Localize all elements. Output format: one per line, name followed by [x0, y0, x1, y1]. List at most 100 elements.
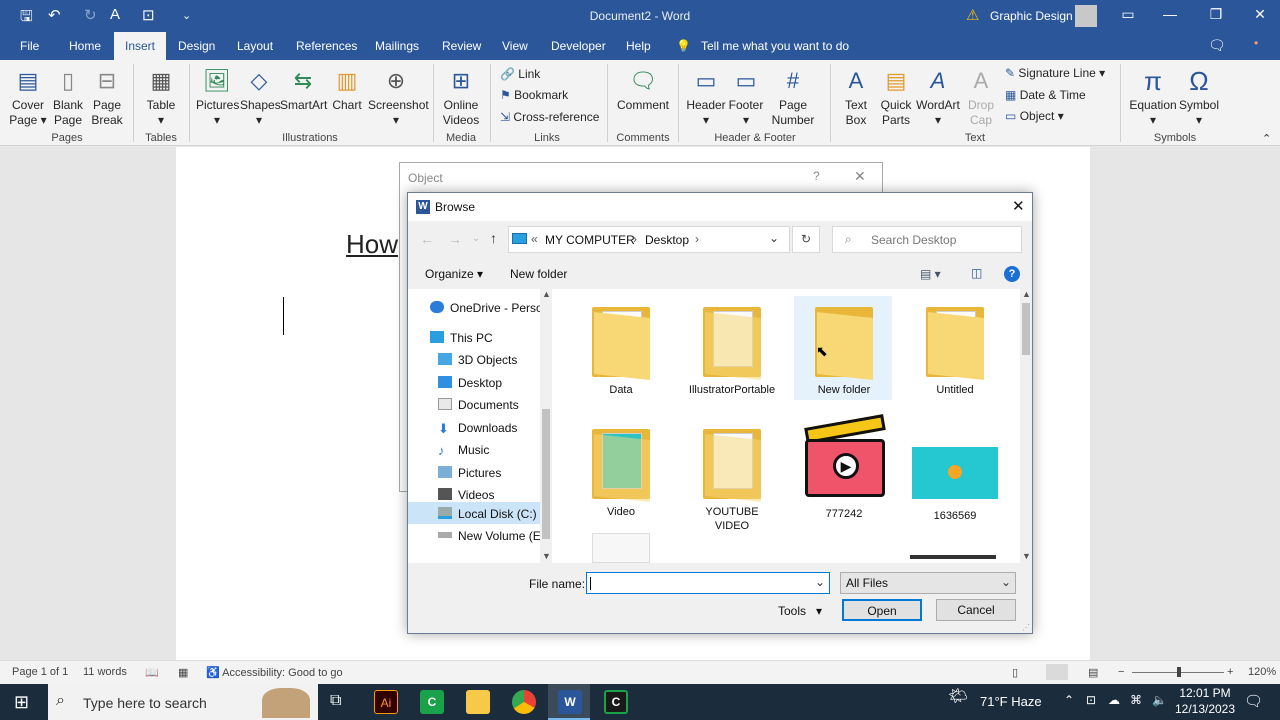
collapse-ribbon-icon[interactable]: ⌃ — [1262, 132, 1271, 145]
font-color-icon[interactable]: A — [110, 6, 120, 23]
chevron-down-icon[interactable]: ⌄ — [1001, 575, 1011, 589]
preview-pane-icon[interactable]: ◫ — [971, 266, 982, 280]
close-icon[interactable]: ✕ — [1012, 197, 1025, 215]
drop-cap-button[interactable]: A Drop Cap — [964, 66, 998, 128]
macro-icon[interactable]: ▦ — [178, 666, 188, 679]
nav-scrollbar[interactable]: ▲ ▼ — [540, 289, 552, 563]
blank-page-button[interactable]: ▯ Blank Page — [50, 66, 86, 128]
word-count[interactable]: 11 words — [83, 666, 127, 678]
nav-this-pc[interactable]: This PC — [430, 331, 493, 345]
tab-mailings[interactable]: Mailings — [375, 39, 419, 53]
nav-pictures[interactable]: Pictures — [438, 466, 501, 480]
cancel-button[interactable]: Cancel — [936, 599, 1016, 621]
file-item-untitled[interactable]: Untitled — [910, 303, 1000, 397]
object-button[interactable]: ▭ Object ▾ — [1005, 109, 1064, 123]
zoom-level[interactable]: 120% — [1248, 666, 1276, 678]
nav-new-volume[interactable]: New Volume (E:) — [438, 529, 548, 543]
chevron-down-icon[interactable]: ⌄ — [815, 575, 825, 589]
touch-mode-icon[interactable]: ⊡ — [142, 6, 155, 24]
scroll-thumb[interactable] — [542, 409, 550, 539]
chevron-up-icon[interactable]: ⌃ — [1064, 693, 1074, 707]
page-break-button[interactable]: ⊟ Page Break — [89, 66, 125, 128]
cross-reference-button[interactable]: ⇲ Cross-reference — [500, 110, 599, 124]
nav-local-disk[interactable]: Local Disk (C:) — [438, 507, 537, 521]
chart-button[interactable]: ▥ Chart — [330, 66, 364, 113]
file-item-data[interactable]: Data — [576, 303, 666, 397]
taskbar-search[interactable]: ⌕ Type here to search — [48, 684, 318, 720]
file-item-video[interactable]: Video — [576, 425, 666, 519]
tell-me-search[interactable]: Tell me what you want to do — [701, 39, 849, 53]
chrome-icon[interactable] — [512, 690, 536, 714]
file-item-illustratorportable[interactable]: IllustratorPortable — [687, 303, 777, 397]
file-item-777242[interactable]: ▶ 777242 — [799, 414, 889, 521]
cover-page-button[interactable]: ▤ Cover Page ▾ — [6, 66, 50, 128]
file-item-1636569[interactable]: 1636569 — [910, 425, 1000, 523]
tab-references[interactable]: References — [296, 39, 357, 53]
tab-help[interactable]: Help — [626, 39, 651, 53]
windows-start-icon[interactable]: ⊞ — [14, 692, 29, 713]
page-count[interactable]: Page 1 of 1 — [12, 666, 68, 678]
recent-dropdown-icon[interactable]: ⌄ — [472, 233, 480, 244]
refresh-icon[interactable]: ↻ — [792, 226, 820, 253]
nav-3d-objects[interactable]: 3D Objects — [438, 353, 517, 367]
network-icon[interactable]: ⌘ — [1130, 693, 1142, 707]
pictures-button[interactable]: 🖼 Pictures ▾ — [196, 66, 239, 128]
table-button[interactable]: ▦ Table ▾ — [143, 66, 179, 128]
close-icon[interactable]: ✕ — [1250, 6, 1270, 23]
tab-developer[interactable]: Developer — [551, 39, 606, 53]
volume-icon[interactable]: 🔈 — [1152, 693, 1167, 707]
file-name-input[interactable]: ⌄ — [586, 572, 830, 594]
nav-videos[interactable]: Videos — [438, 488, 494, 502]
link-button[interactable]: 🔗 Link — [500, 67, 540, 81]
scroll-up-icon[interactable]: ▲ — [1022, 289, 1031, 299]
tab-design[interactable]: Design — [178, 39, 215, 53]
tab-insert[interactable]: Insert — [114, 32, 167, 61]
file-item-new-folder[interactable]: New folder — [799, 303, 889, 397]
comments-icon[interactable]: 🗨 — [1208, 37, 1226, 54]
cloud-icon[interactable]: ☁ — [1108, 693, 1120, 707]
undo-icon[interactable]: ↶ — [48, 6, 61, 24]
header-button[interactable]: ▭ Header ▾ — [684, 66, 728, 128]
back-arrow-icon[interactable]: ← — [420, 231, 434, 247]
breadcrumb-desktop[interactable]: Desktop — [645, 233, 689, 247]
open-button[interactable]: Open — [842, 599, 922, 621]
symbol-button[interactable]: Ω Symbol ▾ — [1178, 66, 1220, 128]
close-icon[interactable]: ✕ — [854, 168, 866, 185]
user-name[interactable]: Graphic Design — [990, 9, 1073, 23]
accessibility-status[interactable]: ♿ Accessibility: Good to go — [206, 666, 343, 679]
word-icon[interactable]: W — [558, 690, 582, 714]
meet-now-icon[interactable]: ⊡ — [1086, 693, 1096, 707]
ribbon-display-icon[interactable]: ▭ — [1118, 6, 1138, 23]
equation-button[interactable]: π Equation ▾ — [1128, 66, 1178, 128]
tab-layout[interactable]: Layout — [237, 39, 273, 53]
date-time-button[interactable]: ▦ Date & Time — [1005, 88, 1086, 102]
bookmark-button[interactable]: ⚑ Bookmark — [500, 88, 568, 102]
signature-line-button[interactable]: ✎ Signature Line ▾ — [1005, 66, 1105, 80]
scroll-thumb[interactable] — [1022, 303, 1030, 355]
page-number-button[interactable]: # Page Number — [766, 66, 820, 128]
scroll-down-icon[interactable]: ▼ — [1022, 551, 1031, 561]
file-explorer-icon[interactable] — [466, 690, 490, 714]
file-item-youtube-video[interactable]: YOUTUBE VIDEO — [687, 425, 777, 533]
text-box-button[interactable]: A Text Box — [838, 66, 874, 128]
read-mode-icon[interactable]: ▯ — [1012, 666, 1018, 679]
address-bar[interactable]: « MY COMPUTER › Desktop › ⌄ — [508, 226, 790, 253]
nav-music[interactable]: ♪ Music — [438, 443, 489, 457]
shapes-button[interactable]: ◇ Shapes ▾ — [240, 66, 281, 128]
footer-button[interactable]: ▭ Footer ▾ — [726, 66, 766, 128]
resize-grip-icon[interactable]: ⋰ — [1022, 623, 1030, 632]
notifications-icon[interactable]: 🗨 — [1244, 692, 1263, 710]
search-input[interactable]: ⌕ Search Desktop — [832, 226, 1022, 253]
help-icon[interactable]: ? — [813, 169, 820, 183]
file-type-select[interactable]: All Files ⌄ — [840, 572, 1016, 594]
proofing-icon[interactable]: 📖 — [145, 666, 159, 679]
breadcrumb-my-computer[interactable]: MY COMPUTER — [545, 233, 635, 247]
scroll-up-icon[interactable]: ▲ — [542, 289, 551, 299]
scroll-down-icon[interactable]: ▼ — [542, 551, 551, 561]
nav-desktop[interactable]: Desktop — [438, 376, 502, 390]
nav-downloads[interactable]: ⬇ Downloads — [438, 421, 517, 435]
chevron-down-icon[interactable]: ⌄ — [769, 231, 779, 245]
zoom-slider-thumb[interactable] — [1177, 667, 1181, 677]
screenshot-button[interactable]: ⊕ Screenshot ▾ — [368, 66, 429, 128]
weather-icon[interactable]: 🌤 — [948, 686, 968, 706]
